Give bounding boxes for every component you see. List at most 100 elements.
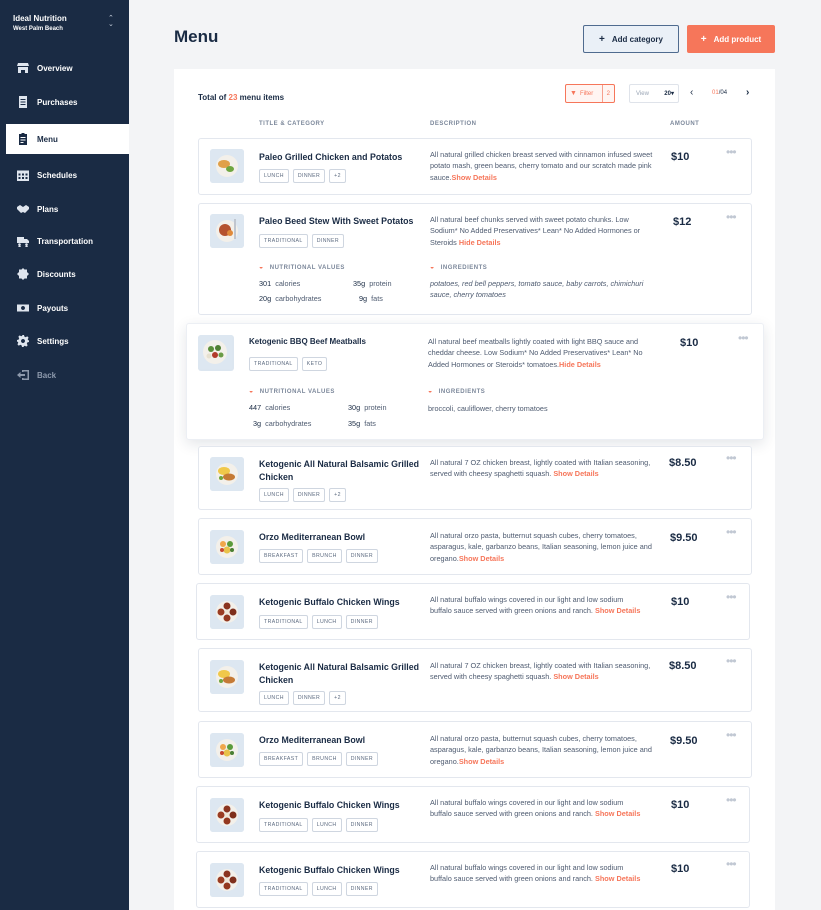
category-tag: BRUNCH [307, 752, 342, 766]
item-price: $9.50 [670, 735, 698, 747]
add-category-button[interactable]: + Add category [583, 25, 679, 53]
ingredients-list: potatoes, red bell peppers, tomato sauce… [430, 279, 644, 300]
hide-details-link[interactable]: Hide Details [459, 238, 501, 247]
nutrition-fats: 9g fats [359, 294, 383, 303]
show-details-link[interactable]: Show Details [553, 469, 598, 478]
filter-count-badge: 2 [601, 85, 614, 102]
nutrition-calories: 447 calories [249, 403, 291, 412]
sidebar-item-label: Plans [37, 204, 59, 214]
bowl-icon: ◒ [249, 388, 254, 395]
ingredients-list: broccoli, cauliflower, cherry tomatoes [428, 404, 548, 413]
item-price: $9.50 [670, 532, 698, 544]
view-select[interactable]: View 20▾ [629, 84, 679, 103]
more-options-icon[interactable]: ••• [726, 146, 737, 158]
item-description: All natural buffalo wings covered in our… [430, 798, 641, 819]
food-thumbnail [210, 530, 244, 564]
next-page-button[interactable]: › [746, 87, 749, 98]
category-tag: LUNCH [311, 615, 342, 629]
food-thumbnail [198, 335, 234, 371]
truck-icon [16, 235, 29, 248]
nutrition-protein: 30g protein [348, 403, 387, 412]
view-value: 20▾ [664, 91, 674, 97]
nutrition-carbs: 3g carbohydrates [253, 419, 312, 428]
more-options-icon[interactable]: ••• [726, 858, 737, 870]
nutritional-values-heading: ◒ NUTRITIONAL VALUES [259, 264, 345, 271]
category-tag: BREAKFAST [259, 752, 304, 766]
filter-icon: ▼ [570, 90, 577, 97]
item-price: $8.50 [669, 457, 697, 469]
show-details-link[interactable]: Show Details [553, 672, 598, 681]
clipboard-icon [16, 133, 29, 146]
item-description: All natural grilled chicken breast serve… [430, 150, 653, 182]
sidebar-item-schedules[interactable]: Schedules [0, 160, 129, 190]
category-tag[interactable]: +2 [329, 691, 346, 705]
item-price: $12 [673, 216, 692, 228]
location-switch-icon[interactable]: ⌃ ⌄ [108, 15, 114, 28]
food-thumbnail [210, 863, 244, 897]
sidebar-item-overview[interactable]: Overview [0, 53, 129, 83]
sidebar-item-purchases[interactable]: Purchases [0, 87, 129, 117]
category-tag: DINNER [345, 615, 378, 629]
sidebar-item-label: Purchases [37, 97, 78, 107]
item-title: Paleo Grilled Chicken and Potatos [259, 152, 403, 162]
bowl-icon: ◒ [259, 264, 264, 271]
store-icon [16, 62, 29, 75]
item-price: $10 [671, 151, 690, 163]
show-details-link[interactable]: Show Details [452, 173, 497, 182]
item-description: All natural buffalo wings covered in our… [430, 595, 641, 616]
show-details-link[interactable]: Show Details [459, 554, 504, 563]
calendar-icon [16, 169, 29, 182]
column-header-amount: AMOUNT [670, 121, 700, 127]
plus-icon: + [700, 33, 707, 45]
brand-name: Ideal Nutrition [13, 14, 67, 23]
sidebar-item-settings[interactable]: Settings [0, 326, 129, 356]
hide-details-link[interactable]: Hide Details [559, 360, 601, 369]
category-tag: DINNER [292, 169, 326, 183]
category-tag[interactable]: +2 [329, 488, 346, 502]
more-options-icon[interactable]: ••• [726, 794, 737, 806]
logout-icon [16, 369, 29, 382]
item-title: Ketogenic Buffalo Chicken Wings [259, 800, 400, 810]
prev-page-button[interactable]: ‹ [690, 87, 693, 98]
show-details-link[interactable]: Show Details [595, 874, 640, 883]
more-options-icon[interactable]: ••• [738, 332, 749, 344]
page-title: Menu [174, 27, 219, 46]
more-options-icon[interactable]: ••• [726, 655, 737, 667]
sidebar-item-plans[interactable]: Plans [0, 194, 129, 224]
column-header-title: TITLE & CATEGORY [259, 121, 325, 127]
sidebar-item-payouts[interactable]: Payouts [0, 293, 129, 323]
more-options-icon[interactable]: ••• [726, 591, 737, 603]
show-details-link[interactable]: Show Details [459, 757, 504, 766]
show-details-link[interactable]: Show Details [595, 606, 640, 615]
item-title: Ketogenic BBQ Beef Meatballs [249, 337, 366, 346]
more-options-icon[interactable]: ••• [726, 452, 737, 464]
item-title: Orzo Mediterranean Bowl [259, 735, 366, 745]
add-product-button[interactable]: + Add product [687, 25, 775, 53]
food-thumbnail [210, 660, 244, 694]
nutritional-values-heading: ◒ NUTRITIONAL VALUES [249, 388, 335, 395]
sidebar-item-transportation[interactable]: Transportation [0, 226, 129, 256]
item-title: Ketogenic Buffalo Chicken Wings [259, 865, 400, 875]
category-tag: BREAKFAST [259, 549, 304, 563]
category-tag: LUNCH [311, 818, 342, 832]
nutrition-calories: 301 calories [259, 279, 301, 288]
category-tag[interactable]: +2 [329, 169, 346, 183]
filter-button[interactable]: ▼ Filter 2 [565, 84, 615, 103]
food-thumbnail [210, 595, 244, 629]
item-price: $10 [671, 863, 690, 875]
show-details-link[interactable]: Show Details [595, 809, 640, 818]
sidebar-item-discounts[interactable]: Discounts [0, 259, 129, 289]
item-description: All natural 7 OZ chicken breast, lightly… [430, 458, 651, 479]
sidebar-item-back[interactable]: Back [0, 360, 129, 390]
nutrition-carbs: 20g carbohydrates [259, 294, 322, 303]
discount-icon [16, 268, 29, 281]
more-options-icon[interactable]: ••• [726, 729, 737, 741]
sidebar-item-menu[interactable]: Menu [6, 124, 129, 154]
page-indicator: 01/04 [712, 90, 728, 96]
sidebar-item-label: Menu [37, 134, 58, 144]
food-thumbnail [210, 149, 244, 183]
more-options-icon[interactable]: ••• [726, 211, 737, 223]
more-options-icon[interactable]: ••• [726, 526, 737, 538]
brand[interactable]: Ideal Nutrition West Palm Beach [13, 14, 67, 32]
ingredients-heading: ◒ INGREDIENTS [430, 264, 488, 271]
